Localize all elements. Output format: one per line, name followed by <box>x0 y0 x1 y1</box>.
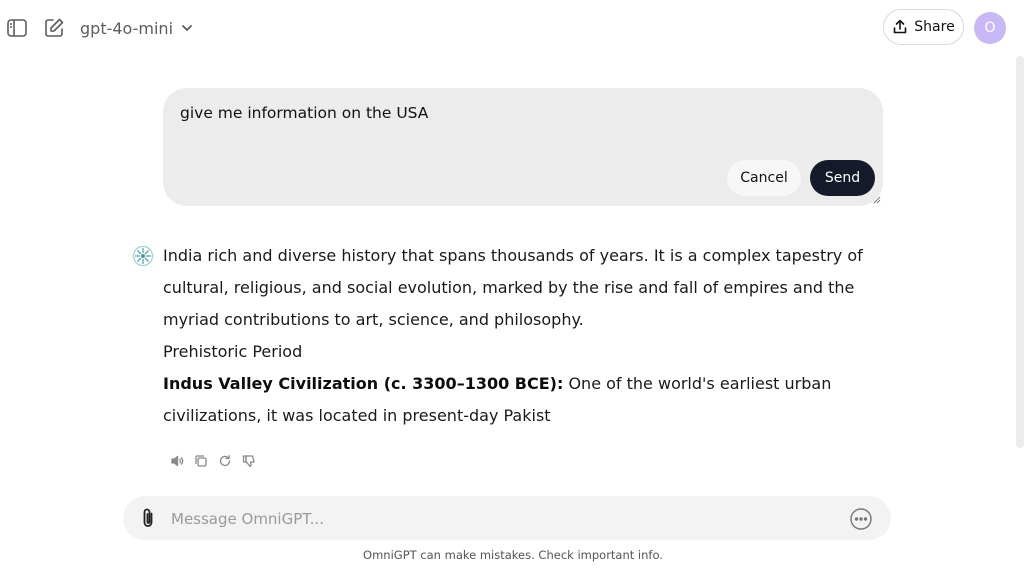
message-composer <box>123 496 891 540</box>
send-button[interactable]: Send <box>810 160 875 196</box>
model-name: gpt-4o-mini <box>80 18 174 38</box>
share-label: Share <box>914 19 955 35</box>
response-paragraph: India rich and diverse history that span… <box>163 246 863 329</box>
copy-icon[interactable] <box>193 453 209 469</box>
thumbs-down-icon[interactable] <box>241 453 257 469</box>
resize-handle-icon[interactable] <box>873 196 881 204</box>
edit-message-text[interactable]: give me information on the USA <box>180 104 428 122</box>
response-actions <box>169 453 257 469</box>
more-options-icon[interactable] <box>849 507 873 531</box>
scrollbar[interactable] <box>1016 56 1024 448</box>
share-button[interactable]: Share <box>883 9 964 45</box>
sidebar-toggle-icon[interactable] <box>5 16 29 40</box>
model-selector[interactable]: gpt-4o-mini <box>80 17 193 39</box>
top-bar: gpt-4o-mini Share O <box>0 0 1026 56</box>
chevron-down-icon <box>182 25 192 32</box>
response-paragraph: Indus Valley Civilization (c. 3300–1300 … <box>163 368 883 432</box>
response-heading: Prehistoric Period <box>163 342 303 361</box>
paperclip-icon[interactable] <box>137 507 159 529</box>
edit-message-box[interactable]: give me information on the USA Cancel Se… <box>163 88 883 206</box>
speaker-icon[interactable] <box>169 453 185 469</box>
assistant-logo-icon <box>132 245 154 267</box>
avatar[interactable]: O <box>974 12 1006 44</box>
new-chat-icon[interactable] <box>42 16 66 40</box>
assistant-response: India rich and diverse history that span… <box>163 240 883 432</box>
cancel-button[interactable]: Cancel <box>727 160 801 196</box>
regenerate-icon[interactable] <box>217 453 233 469</box>
share-icon <box>893 19 907 34</box>
footer-disclaimer: OmniGPT can make mistakes. Check importa… <box>363 548 663 562</box>
message-input[interactable] <box>169 504 833 534</box>
response-bold-lead: Indus Valley Civilization (c. 3300–1300 … <box>163 374 564 393</box>
